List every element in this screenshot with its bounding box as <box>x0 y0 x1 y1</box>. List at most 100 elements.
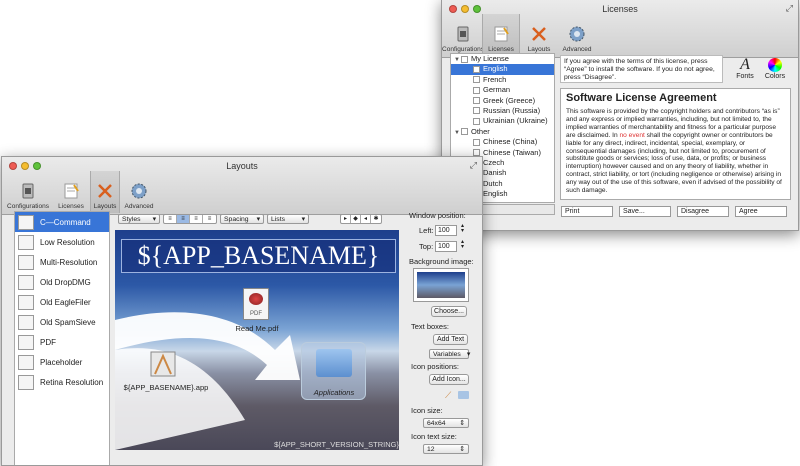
layout-item[interactable]: Retina Resolution <box>15 372 109 392</box>
checkbox[interactable] <box>473 65 480 73</box>
icon-size-popup[interactable]: 64x64 ⇕ <box>423 418 469 428</box>
chevron-down-icon: ▾ <box>152 216 156 223</box>
checkbox[interactable] <box>473 86 480 94</box>
layout-item[interactable]: C—Command <box>15 212 109 232</box>
toolbar-licenses[interactable]: Licenses <box>52 171 90 213</box>
colors-button[interactable]: Colors <box>760 57 790 80</box>
layout-item[interactable]: Placeholder <box>15 352 109 372</box>
text-boxes-label: Text boxes: <box>411 322 449 331</box>
toolbar-licenses[interactable]: Licenses <box>482 14 520 56</box>
top-label: Top: <box>419 242 434 251</box>
layout-item[interactable]: Low Resolution <box>15 232 109 252</box>
left-field[interactable]: 100 <box>435 225 457 236</box>
app-icon[interactable] <box>147 348 179 380</box>
applications-label: Applications <box>313 388 355 397</box>
variables-popup[interactable]: Variables ▾ <box>429 349 470 359</box>
alignment-control[interactable]: ≡ ≡ ≡ ≡ <box>163 214 217 224</box>
top-stepper[interactable]: ▴ ▾ <box>461 239 464 250</box>
layouts-sidebar[interactable]: C—Command Low Resolution Multi-Resolution O… <box>14 211 110 465</box>
checkbox[interactable] <box>461 128 468 136</box>
tree-item[interactable]: Chinese (China) <box>451 137 554 147</box>
layout-item[interactable]: Old EagleFiler <box>15 292 109 312</box>
checkbox[interactable] <box>473 97 480 105</box>
tree-item[interactable]: English <box>451 64 554 75</box>
checkbox[interactable] <box>473 117 480 125</box>
tree-item[interactable]: Ukrainian (Ukraine) <box>451 116 554 126</box>
disclosure-triangle-icon[interactable]: ▼ <box>454 128 461 138</box>
checkbox[interactable] <box>473 107 480 115</box>
layouts-titlebar: Layouts ⤢ Configurations Licenses Layout… <box>2 157 482 215</box>
colors-icon <box>768 58 782 72</box>
toolbar-advanced[interactable]: Advanced <box>558 14 596 56</box>
lists-popup[interactable]: Lists ▾ <box>267 214 309 224</box>
left-label: Left: <box>419 226 434 235</box>
toolbar-advanced[interactable]: Advanced <box>120 171 158 213</box>
icon-text-size-popup[interactable]: 12 ⇕ <box>423 444 469 454</box>
readme-icon[interactable]: PDF <box>243 288 269 320</box>
print-field[interactable]: Print <box>561 206 613 217</box>
fullscreen-icon[interactable]: ⤢ <box>786 3 793 14</box>
top-field[interactable]: 100 <box>435 241 457 252</box>
gear-icon <box>567 24 587 44</box>
toolbar-layouts[interactable]: Layouts <box>90 171 120 213</box>
layout-thumbnail <box>18 214 34 230</box>
app-mini-icon[interactable]: ⟋ <box>445 390 455 400</box>
fullscreen-icon[interactable]: ⤢ <box>470 160 477 171</box>
disclosure-triangle-icon[interactable]: ▼ <box>454 55 461 65</box>
layouts-window: Layouts ⤢ Configurations Licenses Layout… <box>1 156 483 466</box>
align-justify-icon[interactable]: ≡ <box>203 215 216 223</box>
license-note[interactable]: If you agree with the terms of this lice… <box>560 55 723 83</box>
layout-item[interactable]: Multi-Resolution <box>15 252 109 272</box>
window-position-label: Window position: <box>409 211 466 220</box>
forward-icon[interactable]: ▸ <box>341 215 351 223</box>
align-right-icon[interactable]: ≡ <box>190 215 203 223</box>
choose-button[interactable]: Choose... <box>431 306 467 317</box>
tree-item[interactable]: French <box>451 75 554 85</box>
toolbar-configurations[interactable]: Configurations <box>442 14 484 56</box>
align-left-icon[interactable]: ≡ <box>164 215 177 223</box>
toolbar-configurations[interactable]: Configurations <box>4 171 52 213</box>
toolbar-layouts[interactable]: Layouts <box>520 14 558 56</box>
add-icon-button[interactable]: Add Icon... <box>429 374 469 385</box>
layout-item[interactable]: Old DropDMG <box>15 272 109 292</box>
checkbox[interactable] <box>473 76 480 84</box>
licenses-toolbar: Configurations Licenses Layouts Advanced <box>442 14 596 56</box>
layout-thumbnail <box>18 274 34 290</box>
left-stepper[interactable]: ▴ ▾ <box>461 223 464 234</box>
configurations-icon <box>18 181 38 201</box>
licenses-window: Licenses ⤢ Configurations Licenses Layou… <box>441 0 799 231</box>
layout-thumbnail <box>18 254 34 270</box>
spacing-popup[interactable]: Spacing ▾ <box>220 214 264 224</box>
background-thumbnail[interactable] <box>413 268 469 302</box>
diamond-icon[interactable]: ◆ <box>351 215 361 223</box>
tree-item[interactable]: German <box>451 85 554 95</box>
layout-item[interactable]: PDF <box>15 332 109 352</box>
app-title-text[interactable]: ${APP_BASENAME} <box>121 239 396 273</box>
checkbox[interactable] <box>473 138 480 146</box>
checkbox[interactable] <box>473 149 480 157</box>
align-center-icon[interactable]: ≡ <box>177 215 190 223</box>
save-field[interactable]: Save... <box>619 206 671 217</box>
tree-item[interactable]: Greek (Greece) <box>451 96 554 106</box>
license-text[interactable]: Software License Agreement This software… <box>560 88 791 200</box>
checkbox[interactable] <box>461 55 468 63</box>
gear-icon[interactable]: ✱ <box>371 215 381 223</box>
layout-thumbnail <box>18 374 34 390</box>
styles-popup[interactable]: Styles ▾ <box>118 214 160 224</box>
layout-canvas[interactable]: ${APP_BASENAME} PDF Read Me.pdf ${APP_BA… <box>115 230 399 450</box>
arrange-control[interactable]: ▸ ◆ ◂ ✱ <box>340 214 382 224</box>
tree-group[interactable]: ▼ My License <box>451 54 554 64</box>
version-text[interactable]: ${APP_SHORT_VERSION_STRING} <box>274 440 399 449</box>
layout-thumbnail <box>18 234 34 250</box>
fonts-button[interactable]: A Fonts <box>730 57 760 81</box>
window-title: Layouts <box>226 161 258 171</box>
agree-field[interactable]: Agree <box>735 206 787 217</box>
add-text-button[interactable]: Add Text <box>433 334 468 345</box>
tree-item[interactable]: Russian (Russia) <box>451 106 554 116</box>
disagree-field[interactable]: Disagree <box>677 206 729 217</box>
layout-item[interactable]: Old SpamSieve <box>15 312 109 332</box>
tree-group[interactable]: ▼ Other <box>451 127 554 137</box>
agreement-title: Software License Agreement <box>566 92 717 104</box>
folder-mini-icon[interactable] <box>458 391 469 399</box>
back-icon[interactable]: ◂ <box>361 215 371 223</box>
